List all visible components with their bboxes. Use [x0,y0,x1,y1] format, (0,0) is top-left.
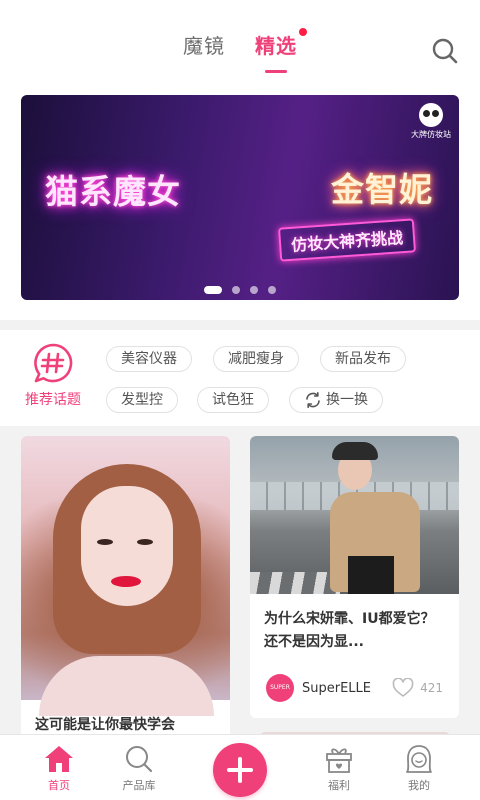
topic-chip[interactable]: 新品发布 [320,346,406,372]
search-button[interactable] [430,36,460,66]
carousel-dot[interactable] [232,286,240,294]
feed-card[interactable]: 为什么宋妍霏、IU都爱它？还不是因为显... SUPER ELLE SuperE… [250,436,459,718]
nav-label: 产品库 [122,779,156,792]
hash-chat-icon [32,342,74,384]
brand-label: 大牌仿妆站 [411,130,451,139]
carousel-indicator [21,286,459,294]
like-button[interactable]: 421 [392,678,443,698]
nav-label: 我的 [408,779,430,792]
search-icon [126,746,153,773]
carousel-dot[interactable] [268,286,276,294]
carousel-dot[interactable] [204,286,222,294]
like-count: 421 [420,681,443,695]
nav-benefits[interactable]: 福利 [304,743,374,793]
author-name: SuperELLE [302,680,371,696]
promo-banner[interactable]: 大牌仿妆站 猫系魔女 金智妮 仿妆大神齐挑战 [21,95,459,300]
gift-icon [326,748,352,773]
banner-title-left: 猫系魔女 [45,172,181,211]
refresh-label: 换一换 [326,392,368,408]
nav-profile[interactable]: 我的 [384,743,454,793]
tab-label: 魔镜 [183,34,225,58]
topic-chip[interactable]: 减肥瘦身 [213,346,299,372]
bottom-navigation: 首页 产品库 福利 我的 [0,734,480,800]
profile-icon [406,745,432,773]
recommended-topics-entry[interactable]: 推荐话题 [22,342,84,409]
header-tabs: 魔镜 精选 [0,28,480,59]
heart-icon [392,678,414,697]
banner-section: 大牌仿妆站 猫系魔女 金智妮 仿妆大神齐挑战 [0,88,480,320]
nav-home[interactable]: 首页 [24,743,94,793]
search-icon [432,38,458,64]
topic-chip[interactable]: 发型控 [106,387,178,413]
tab-label: 精选 [255,34,297,58]
tab-jingxuan[interactable]: 精选 [255,28,307,59]
topic-chip[interactable]: 试色狂 [197,387,269,413]
app-screen: 魔镜 精选 大牌仿妆站 猫系魔女 金智妮 仿妆大神齐挑战 推荐话题 美容仪器 减… [0,0,480,800]
top-bar: 魔镜 精选 [0,0,480,88]
card-title: 为什么宋妍霏、IU都爱它？还不是因为显... [264,611,435,650]
card-image [21,436,230,716]
brand-badge: 大牌仿妆站 [411,103,451,140]
home-icon [45,746,73,772]
carousel-dot[interactable] [250,286,258,294]
nav-label: 福利 [328,779,350,792]
tab-mojing[interactable]: 魔镜 [183,30,225,59]
notification-dot [299,28,307,36]
nav-product-library[interactable]: 产品库 [104,743,174,793]
banner-title-right: 金智妮 [331,170,433,209]
topics-label: 推荐话题 [25,392,81,408]
create-post-button[interactable] [213,743,267,797]
card-image [250,436,459,594]
topic-chip[interactable]: 美容仪器 [106,346,192,372]
brand-logo-icon [419,103,443,127]
recommended-topics: 推荐话题 美容仪器 减肥瘦身 新品发布 发型控 试色狂 换一换 [0,330,480,426]
nav-label: 首页 [48,779,70,792]
refresh-topics-button[interactable]: 换一换 [289,387,383,413]
avatar: SUPER ELLE [266,674,294,702]
banner-subtitle: 仿妆大神齐挑战 [277,218,417,262]
feed-card[interactable]: 这可能是让你最快学会 [21,436,230,756]
card-author[interactable]: SUPER ELLE SuperELLE [266,674,371,702]
refresh-icon [306,392,320,408]
